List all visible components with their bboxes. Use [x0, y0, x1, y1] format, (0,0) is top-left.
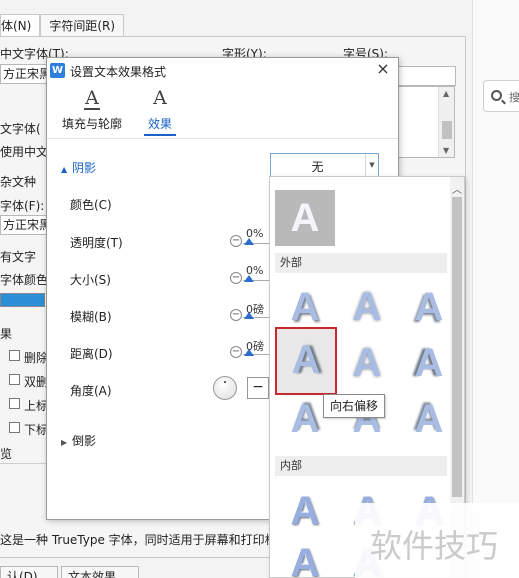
effects-icon: A	[153, 87, 167, 109]
font-color-label: 字体颜色(	[0, 273, 53, 287]
font-f-field[interactable]: 方正宋黑	[0, 215, 48, 235]
preset-letter: A	[352, 285, 382, 329]
distance-decrease-button[interactable]: −	[230, 346, 242, 358]
distance-slider-thumb[interactable]	[244, 349, 254, 356]
fill-outline-icon-underline	[84, 108, 100, 110]
expanded-triangle-icon: ▲	[61, 165, 68, 174]
cn-font-field[interactable]: 方正宋黑	[0, 64, 48, 84]
effects-label: 果	[0, 327, 13, 341]
angle-dial[interactable]	[213, 376, 237, 400]
dialog-title: 设置文本效果格式	[70, 65, 167, 79]
size-decrease-button[interactable]: −	[230, 272, 242, 284]
angle-label: 角度(A)	[70, 384, 112, 398]
default-button[interactable]: 认(D)...	[0, 566, 58, 578]
shadow-preset-select[interactable]: 无 ▼	[270, 153, 379, 177]
preset-letter: A	[291, 338, 321, 382]
angle-decrease-button[interactable]: −	[247, 377, 269, 399]
reflection-section-header[interactable]: ▶ 倒影	[61, 432, 96, 449]
side-pane: 搜	[472, 0, 519, 578]
outer-heading: 外部	[275, 253, 447, 273]
complex-script-label: 杂文种	[0, 175, 37, 189]
gallery-scroll-thumb[interactable]	[452, 197, 462, 497]
tab-separator	[47, 138, 398, 139]
preset-outer-5[interactable]: A	[338, 335, 396, 391]
active-tab-indicator	[144, 134, 176, 136]
font-f-label: 字体(F):	[0, 199, 45, 213]
wps-writer-icon: W	[50, 63, 65, 78]
transparency-decrease-button[interactable]: −	[230, 235, 242, 247]
preset-letter: A	[290, 489, 320, 533]
preset-letter: A	[290, 541, 320, 578]
subscript-checkbox[interactable]	[9, 422, 20, 433]
strike-checkbox[interactable]	[9, 350, 20, 361]
preview-label: 览	[0, 447, 13, 461]
shadow-preset-value: 无	[311, 160, 324, 174]
font-dialog-tabs: 体(N) 字符间距(R)	[0, 14, 125, 37]
close-icon[interactable]: ×	[374, 59, 392, 79]
chevron-down-icon[interactable]: ▼	[365, 154, 378, 176]
preset-outer-2[interactable]: A	[338, 279, 396, 335]
scroll-up-icon[interactable]: ▲	[443, 89, 449, 98]
inner-heading: 内部	[275, 456, 447, 476]
watermark: 软件技巧	[355, 503, 519, 578]
blur-slider-thumb[interactable]	[244, 312, 254, 319]
shadow-heading: 阴影	[72, 161, 97, 175]
watermark-text: 软件技巧	[370, 527, 499, 565]
font-color-swatch[interactable]	[0, 293, 45, 307]
transparency-label: 透明度(T)	[70, 236, 123, 250]
search-icon	[491, 90, 502, 101]
text-effect-button[interactable]: 文本效果(E)...	[61, 566, 139, 578]
dialog-titlebar[interactable]: W 设置文本效果格式 ×	[47, 58, 398, 82]
scroll-down-icon[interactable]: ▼	[443, 146, 449, 155]
blur-decrease-button[interactable]: −	[230, 309, 242, 321]
size-list-scrollbar[interactable]: ▲ ▼	[438, 87, 454, 157]
tab-font[interactable]: 体(N)	[0, 14, 41, 37]
size-label: 大小(S)	[70, 273, 111, 287]
size-field[interactable]	[398, 66, 456, 86]
search-chip[interactable]: 搜	[483, 80, 519, 112]
blur-label: 模糊(B)	[70, 310, 112, 324]
fill-outline-icon: A	[85, 87, 99, 109]
tab-effects[interactable]: A 效果	[140, 86, 180, 132]
shadow-section-header[interactable]: ▲ 阴影	[61, 159, 96, 176]
transparency-slider-thumb[interactable]	[244, 238, 254, 245]
preset-offset-right[interactable]: A	[275, 327, 337, 395]
preview-box-edge	[0, 463, 46, 464]
use-cn-label: 使用中文	[0, 145, 49, 159]
tab-effects-label: 效果	[147, 117, 172, 131]
scroll-up-icon[interactable]: ︿	[452, 181, 462, 196]
west-font-label: 文字体(	[0, 122, 41, 136]
all-text-label: 有文字	[0, 250, 37, 264]
font-footnote: 这是一种 TrueType 字体，同时适用于屏幕和打印机	[0, 533, 277, 547]
size-slider-thumb[interactable]	[244, 275, 254, 282]
superscript-checkbox[interactable]	[9, 398, 20, 409]
reflection-heading: 倒影	[72, 434, 97, 448]
collapsed-triangle-icon: ▶	[61, 438, 68, 447]
preset-none-letter: A	[290, 196, 320, 240]
preset-tooltip: 向右偏移	[323, 394, 386, 418]
distance-label: 距离(D)	[70, 347, 113, 361]
shadow-color-label: 颜色(C)	[70, 198, 112, 212]
preset-none[interactable]: A	[275, 190, 335, 246]
double-strike-checkbox[interactable]	[9, 374, 20, 385]
search-label: 搜	[509, 91, 519, 104]
scroll-thumb[interactable]	[442, 121, 452, 139]
tab-char-spacing[interactable]: 字符间距(R)	[40, 14, 125, 37]
preset-inner-4[interactable]: A	[276, 535, 334, 578]
preset-letter: A	[352, 341, 382, 385]
tab-fill-outline[interactable]: A 填充与轮廓	[61, 86, 123, 132]
preset-inner-1[interactable]: A	[276, 483, 334, 539]
tab-fill-outline-label: 填充与轮廓	[61, 117, 122, 131]
